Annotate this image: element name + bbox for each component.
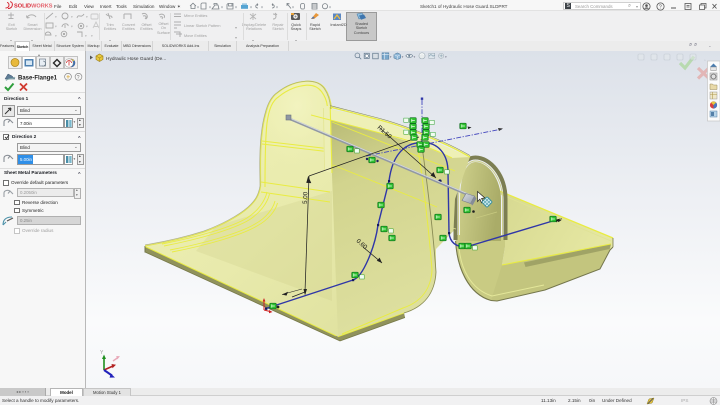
svg-text:▾: ▾ xyxy=(261,5,263,10)
svg-text:▾: ▾ xyxy=(221,5,223,10)
svg-text:▾: ▾ xyxy=(445,55,447,59)
svg-text:▾: ▾ xyxy=(55,25,57,29)
svg-text:▾: ▾ xyxy=(402,55,404,59)
svg-text:5.00: 5.00 xyxy=(302,191,310,204)
svg-text:▾: ▾ xyxy=(292,5,294,10)
svg-text:▾: ▾ xyxy=(71,25,73,29)
svg-text:▾: ▾ xyxy=(55,34,57,38)
svg-text:▾: ▾ xyxy=(209,5,211,10)
svg-text:▾: ▾ xyxy=(86,15,88,19)
svg-text:Base-Flange1: Base-Flange1 xyxy=(18,76,58,82)
svg-text:▾: ▾ xyxy=(235,5,237,10)
svg-text:▾: ▾ xyxy=(414,55,416,59)
svg-text:▾: ▾ xyxy=(197,5,199,10)
svg-text:▾: ▾ xyxy=(390,55,392,59)
svg-text:▾: ▾ xyxy=(85,34,87,38)
svg-text:▾: ▾ xyxy=(250,5,252,10)
svg-text:?: ? xyxy=(77,75,80,81)
svg-text:SOLIDWORKS: SOLIDWORKS xyxy=(14,4,53,10)
svg-text:▾: ▾ xyxy=(71,15,73,19)
svg-text:Hydraulic Hose Guard (De...: Hydraulic Hose Guard (De... xyxy=(106,56,166,62)
svg-text:?: ? xyxy=(659,5,662,11)
svg-text:▾: ▾ xyxy=(276,5,278,10)
svg-text:▾: ▾ xyxy=(91,34,93,38)
svg-text:▾: ▾ xyxy=(329,5,331,10)
svg-text:▾: ▾ xyxy=(86,25,88,29)
svg-text:▾: ▾ xyxy=(55,15,57,19)
